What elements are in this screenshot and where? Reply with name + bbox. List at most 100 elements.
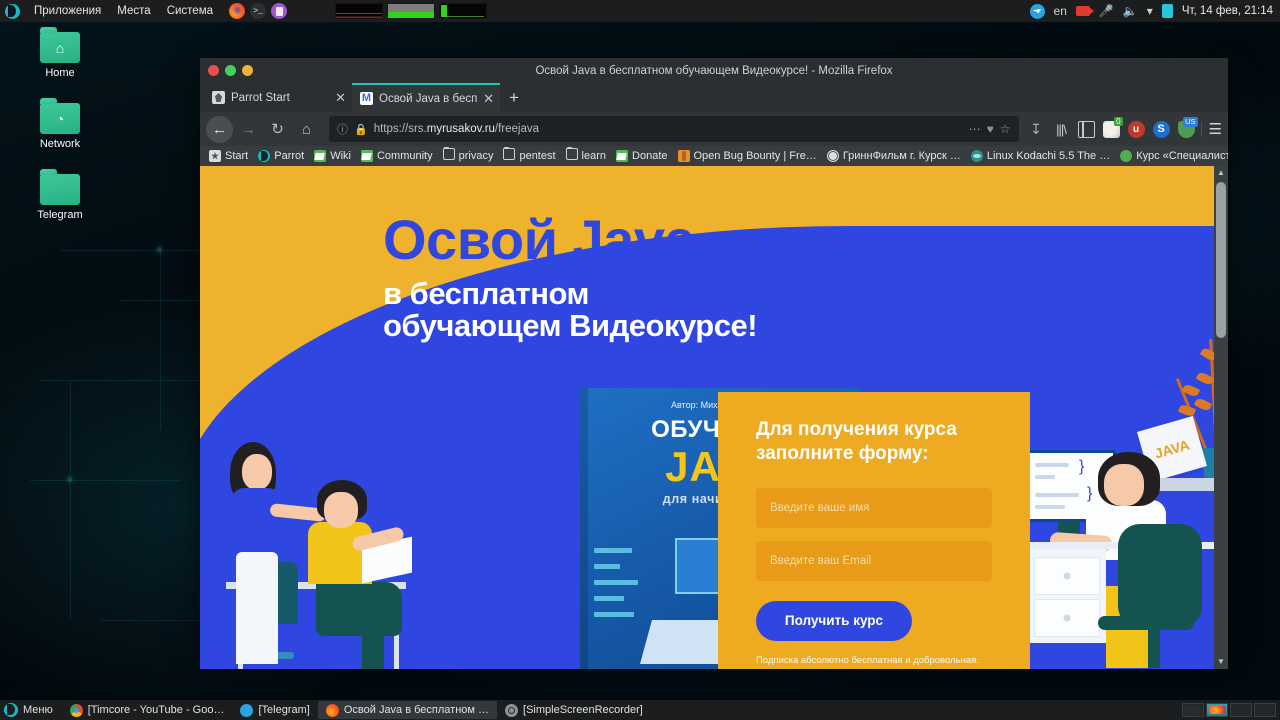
menu-applications[interactable]: Приложения [26,0,109,22]
page-info-icon[interactable]: ⓘ [337,121,348,137]
noscript-icon[interactable] [1102,116,1123,138]
sidebar-icon[interactable] [1077,120,1095,138]
home-button[interactable]: ⌂ [293,116,320,143]
window-titlebar[interactable]: Освой Java в бесплатном обучающем Видеок… [200,58,1228,83]
file-manager-icon[interactable] [271,3,288,19]
new-tab-button[interactable]: + [500,83,528,112]
man-shin [362,624,384,669]
bookmark-grinnfilm[interactable]: ГриннФильм г. Курск … [822,150,966,162]
library-icon[interactable]: |||\ [1053,121,1070,138]
workspace-4[interactable] [1254,703,1276,717]
vpn-us-icon[interactable] [1177,116,1198,138]
bookmark-label: learn [581,150,607,162]
menu-places[interactable]: Места [109,0,158,22]
taskbar-item-firefox[interactable]: Освой Java в бесплатном … [317,701,498,719]
microphone-icon[interactable]: 🎤 [1099,5,1114,17]
close-icon[interactable]: ✕ [335,91,346,104]
taskbar-item-recorder[interactable]: [SimpleScreenRecorder] [497,701,651,719]
bookmark-learn[interactable]: learn [561,146,611,164]
start-menu-button[interactable]: Меню [0,703,62,717]
minimize-button[interactable] [242,65,253,76]
telegram-tray-icon[interactable] [1029,3,1045,19]
forward-button[interactable]: → [235,116,262,143]
tab-java-course[interactable]: Освой Java в бесплатном ✕ [352,83,500,112]
recorder-icon [505,703,519,717]
wiki-icon [616,150,629,162]
illustration-two-people [212,434,412,669]
url-domain: myrusakov.ru [426,123,495,135]
clock[interactable]: Чт, 14 фев, 21:14 [1182,5,1273,17]
star-icon [209,150,221,162]
keyboard-layout-indicator[interactable]: en [1054,5,1067,17]
submit-button[interactable]: Получить курс [756,600,912,641]
tab-parrot-start[interactable]: Parrot Start ✕ [204,83,352,112]
top-panel: Приложения Места Система >_ en 🎤 🔈 ▾ Чт,… [0,0,1280,22]
volume-icon[interactable]: 🔈 [1123,5,1138,17]
close-button[interactable] [208,65,219,76]
woman-face [242,454,272,490]
man-legs [316,582,402,636]
workspace-1[interactable] [1182,703,1204,717]
screen-recorder-icon[interactable] [1075,6,1094,16]
workspace-window-preview [1209,706,1225,714]
email-input[interactable] [756,540,992,581]
page-scrollbar[interactable]: ▲ ▼ [1214,166,1228,669]
workspace-2[interactable] [1206,703,1228,717]
extensions-row: ↧ |||\ u S [1028,116,1198,138]
close-icon[interactable]: ✕ [483,92,494,105]
page-actions-icon[interactable]: ⋯ [969,122,981,136]
person-head [1104,464,1144,506]
pocket-icon[interactable]: ♥ [987,122,994,136]
scanner-icon[interactable]: S [1152,120,1170,138]
bookmark-label: Wiki [330,150,351,162]
man-face [324,492,358,528]
bookmark-community[interactable]: Community [356,150,438,162]
url-scheme: https://srs. [373,123,427,135]
parrot-logo-icon[interactable] [5,3,20,19]
taskbar-item-telegram[interactable]: [Telegram] [232,701,317,719]
scrollbar-thumb[interactable] [1216,182,1226,338]
address-bar[interactable]: ⓘ 🔒 https://srs.myrusakov.ru/freejava ⋯ … [329,116,1019,142]
green-dot-icon [1120,150,1133,162]
bookmark-star-icon[interactable]: ☆ [1000,122,1011,136]
network-glyph: ◔ [55,110,65,127]
bookmark-wiki[interactable]: Wiki [309,150,356,162]
tab-strip: Parrot Start ✕ Освой Java в бесплатном ✕… [200,83,1228,112]
bookmark-parrot[interactable]: Parrot [253,150,309,162]
bookmark-open-bug-bounty[interactable]: Open Bug Bounty | Fre… [673,150,822,162]
globe-icon [826,150,839,162]
desktop-icon-home[interactable]: ⌂ Home [30,27,90,79]
bookmark-start[interactable]: Start [204,150,253,162]
back-button[interactable]: ← [206,115,233,143]
desktop-icon-telegram[interactable]: Telegram [30,169,90,221]
home-folder-icon: ⌂ [40,27,80,63]
ublock-origin-icon[interactable]: u [1127,120,1145,138]
hamburger-menu-icon[interactable]: ☰ [1200,121,1222,137]
headline-sub-line2: обучающем Видеокурсе! [383,308,758,344]
scroll-up-icon[interactable]: ▲ [1214,166,1228,180]
reload-button[interactable]: ↻ [264,116,291,143]
form-note: Подписка абсолютно бесплатная и добровол… [756,654,979,666]
network-folder-icon: ◔ [40,98,80,134]
bookmark-pentest[interactable]: pentest [498,146,560,164]
name-input[interactable] [756,487,992,528]
bookmark-privacy[interactable]: privacy [438,146,499,164]
terminal-icon[interactable]: >_ [250,3,267,19]
bookmark-kodachi[interactable]: Linux Kodachi 5.5 The … [966,150,1115,162]
downloads-icon[interactable]: ↧ [1028,121,1045,138]
desktop-icon-network[interactable]: ◔ Network [30,98,90,150]
scroll-down-icon[interactable]: ▼ [1214,655,1228,669]
office-chair-back [1118,524,1202,628]
wifi-icon[interactable]: ▾ [1147,5,1153,17]
firefox-icon[interactable] [229,3,246,19]
menu-system[interactable]: Система [159,0,221,22]
bookmark-course-specialist[interactable]: Курс «Специалист по … [1115,150,1228,162]
bookmark-donate[interactable]: Donate [611,150,672,162]
url-text[interactable]: https://srs.myrusakov.ru/freejava [374,123,963,135]
workspace-switcher [1182,703,1280,717]
workspace-3[interactable] [1230,703,1252,717]
battery-icon[interactable] [1161,4,1173,18]
lock-icon[interactable]: 🔒 [354,123,368,136]
taskbar-item-chrome[interactable]: [Timcore - YouTube - Goo… [62,701,233,719]
maximize-button[interactable] [225,65,236,76]
